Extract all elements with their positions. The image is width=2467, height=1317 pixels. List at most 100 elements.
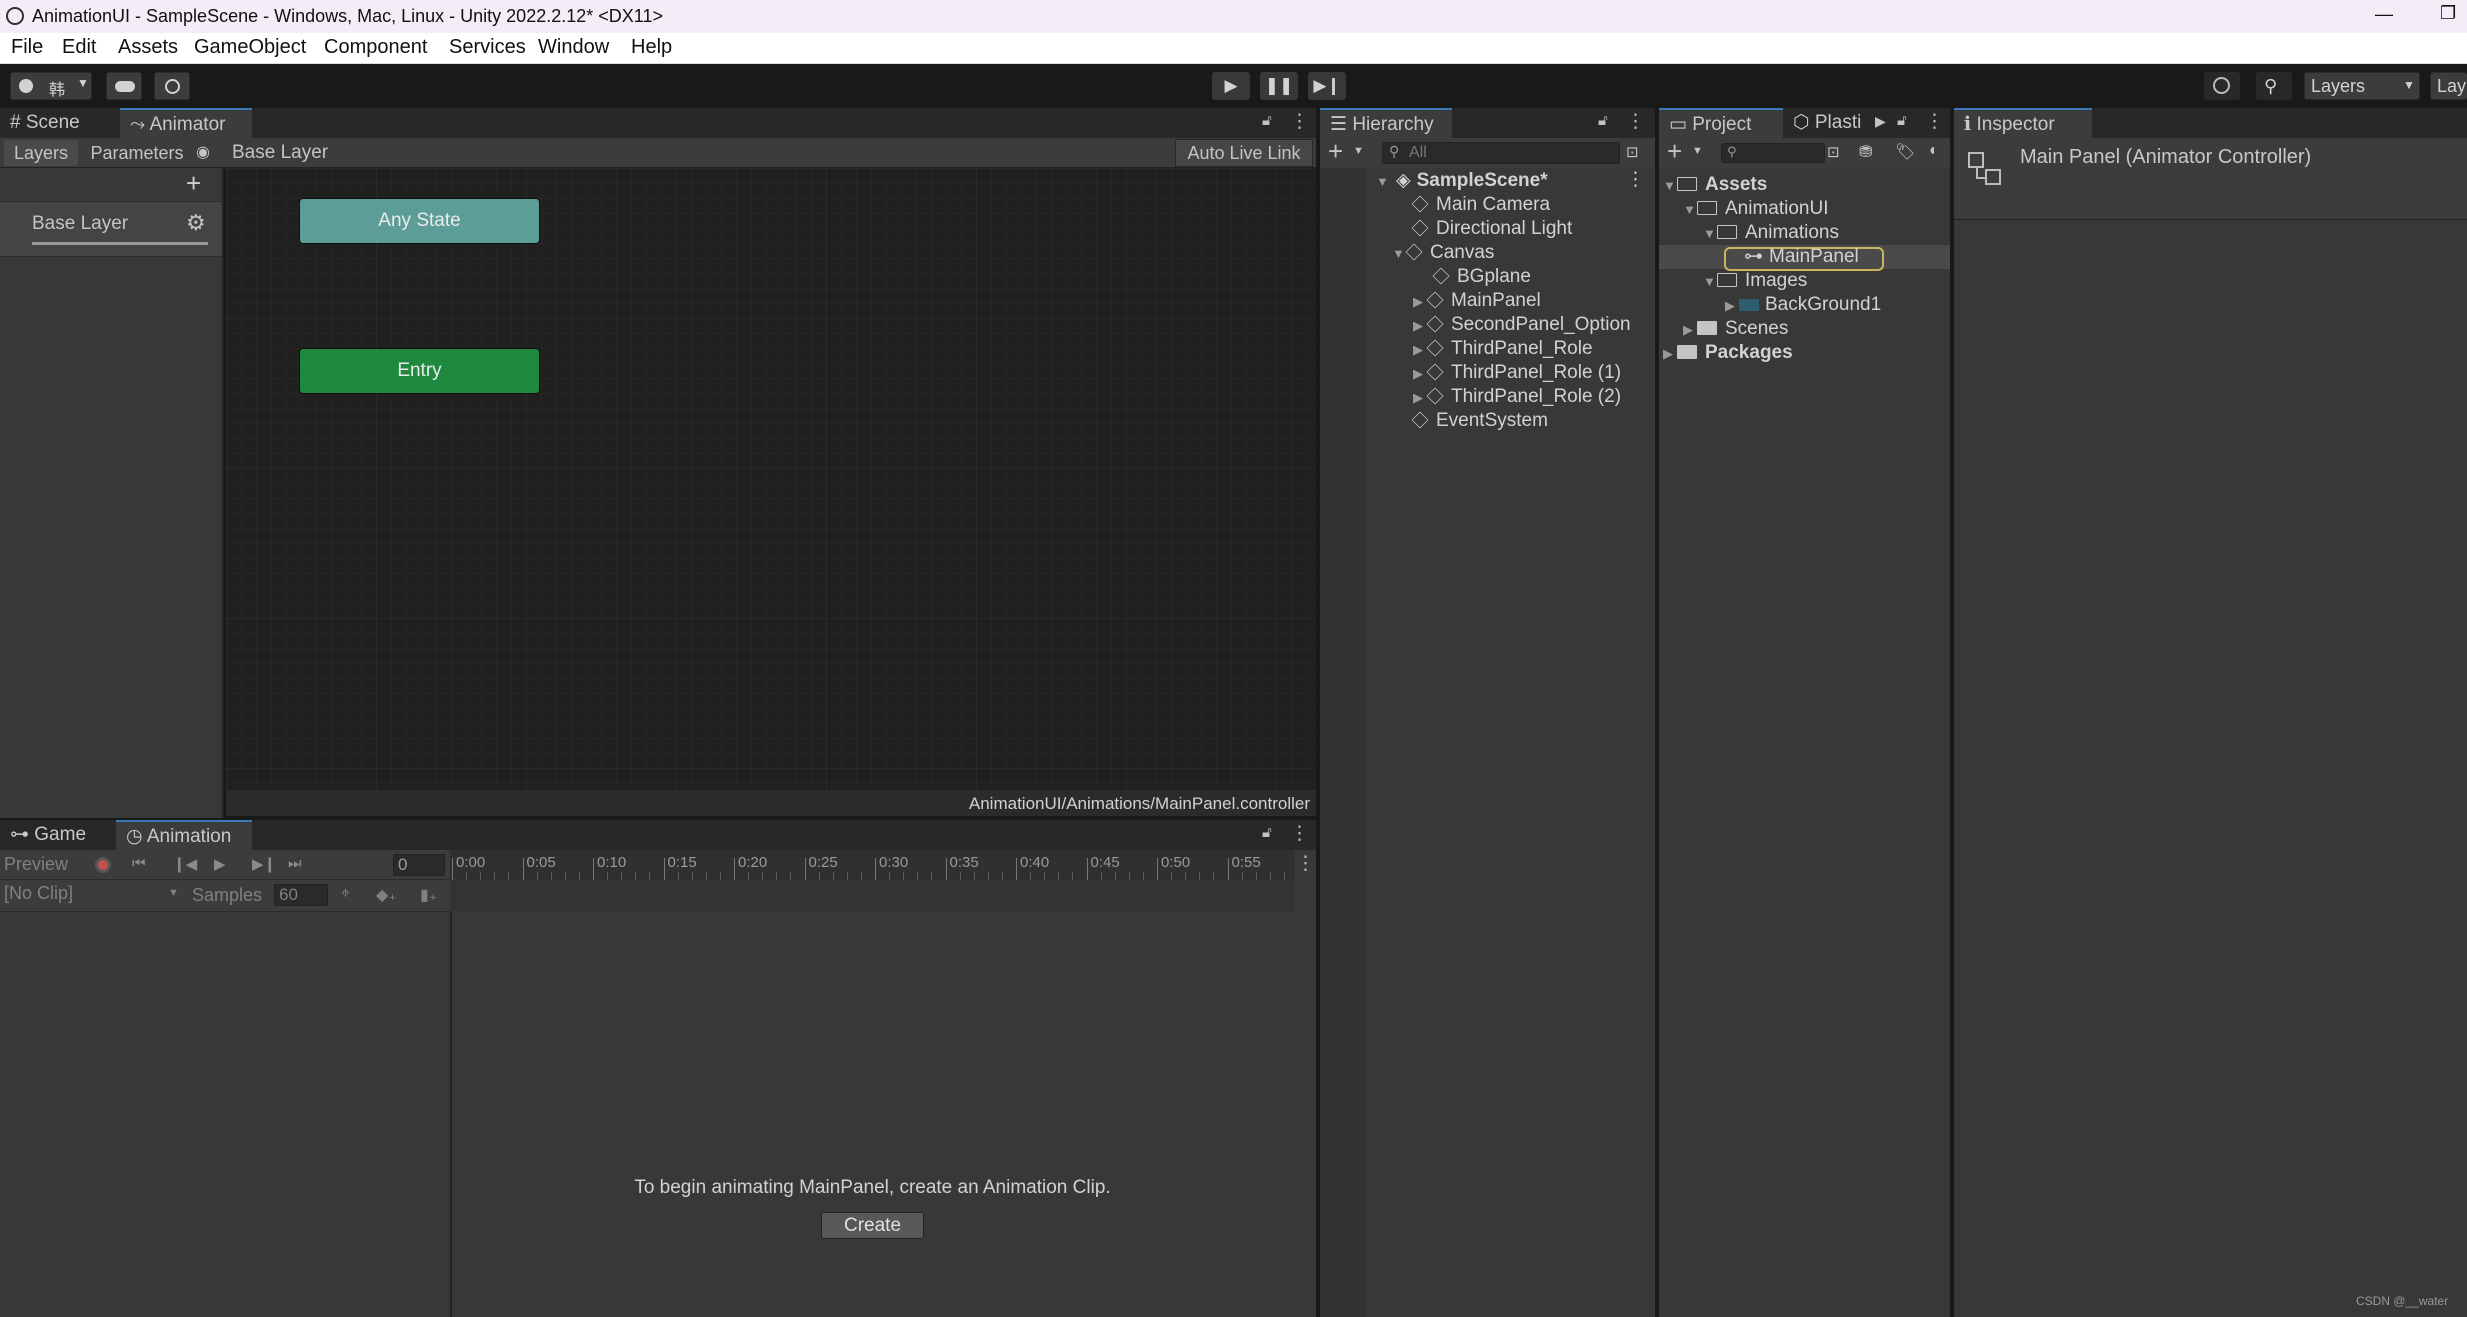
- project-search-input[interactable]: ⚲: [1721, 143, 1825, 163]
- cloud-button[interactable]: [106, 72, 142, 100]
- layers-dropdown[interactable]: Layers ▼: [2304, 72, 2420, 100]
- play-icon[interactable]: ▶: [214, 855, 226, 873]
- search-button[interactable]: ⚲: [2256, 72, 2292, 100]
- minimize-button[interactable]: —: [2375, 4, 2393, 25]
- hidden-packages-icon[interactable]: ◐: [1929, 142, 1939, 160]
- menu-services[interactable]: Services: [449, 36, 526, 59]
- folder-packages[interactable]: ▶ Packages: [1663, 341, 1793, 365]
- collapse-arrow-icon[interactable]: ▶: [1725, 294, 1739, 318]
- tree-item-mainpanel[interactable]: ▶ MainPanel: [1413, 289, 1541, 313]
- history-button[interactable]: [2204, 72, 2240, 100]
- lock-icon[interactable]: 🔓︎: [1897, 112, 1907, 129]
- add-event-icon[interactable]: ▮₊: [420, 885, 437, 905]
- folder-scenes[interactable]: ▶ Scenes: [1683, 317, 1788, 341]
- expand-arrow-icon[interactable]: ▼: [1703, 270, 1717, 294]
- menu-gameobject[interactable]: GameObject: [194, 36, 306, 59]
- record-icon[interactable]: [95, 857, 111, 873]
- tree-item-canvas[interactable]: ▼ Canvas: [1392, 241, 1494, 265]
- tab-hierarchy[interactable]: ☰ Hierarchy: [1320, 108, 1452, 138]
- hierarchy-search-input[interactable]: ⚲ All: [1382, 142, 1620, 164]
- collab-button[interactable]: [154, 72, 190, 100]
- chevron-down-icon[interactable]: ▼: [1353, 145, 1364, 157]
- add-icon[interactable]: +: [1328, 136, 1343, 167]
- tab-animator[interactable]: ⤳ Animator: [120, 108, 252, 138]
- add-icon[interactable]: +: [1667, 136, 1682, 167]
- collapse-arrow-icon[interactable]: ▶: [1663, 342, 1677, 366]
- menu-window[interactable]: Window: [538, 36, 609, 59]
- tab-scroll-icon[interactable]: ▶: [1875, 113, 1886, 130]
- lock-icon[interactable]: 🔓︎: [1262, 824, 1272, 841]
- step-button[interactable]: ▶❙: [1308, 72, 1346, 100]
- tab-project[interactable]: ▭ Project: [1659, 108, 1783, 138]
- expand-arrow-icon[interactable]: ▼: [1683, 198, 1697, 222]
- folder-animationui[interactable]: ▼ AnimationUI: [1683, 197, 1829, 221]
- collapse-arrow-icon[interactable]: ▶: [1413, 314, 1427, 338]
- more-menu-icon[interactable]: ⋮: [1290, 822, 1309, 845]
- tab-scene[interactable]: # Scene: [0, 108, 118, 138]
- folder-assets[interactable]: ▼ Assets: [1663, 173, 1767, 197]
- search-options-icon[interactable]: ⊡: [1626, 143, 1639, 161]
- tree-item-eventsystem[interactable]: EventSystem: [1411, 409, 1548, 433]
- samples-field[interactable]: 60: [274, 884, 328, 906]
- add-layer-icon[interactable]: +: [186, 168, 201, 199]
- lock-icon[interactable]: 🔓︎: [1598, 112, 1608, 129]
- collapse-arrow-icon[interactable]: ▶: [1413, 338, 1427, 362]
- any-state-node[interactable]: Any State: [299, 198, 540, 244]
- expand-arrow-icon[interactable]: ▼: [1376, 170, 1390, 194]
- tree-item-secondpanel[interactable]: ▶ SecondPanel_Option: [1413, 313, 1631, 337]
- tree-item-thirdpanel-2[interactable]: ▶ ThirdPanel_Role (2): [1413, 385, 1621, 409]
- restore-button[interactable]: ❐: [2440, 3, 2456, 24]
- timeline-more-icon[interactable]: ⋮: [1296, 852, 1315, 875]
- tab-game[interactable]: ⊶ Game: [0, 820, 116, 850]
- animator-graph[interactable]: Any State Entry: [226, 168, 1316, 790]
- more-menu-icon[interactable]: ⋮: [1290, 110, 1309, 133]
- collapse-arrow-icon[interactable]: ▶: [1413, 362, 1427, 386]
- expand-arrow-icon[interactable]: ▼: [1703, 222, 1717, 246]
- gear-icon[interactable]: ⚙: [186, 210, 206, 236]
- pause-button[interactable]: ❚❚: [1260, 72, 1298, 100]
- search-by-type-icon[interactable]: ⊡: [1827, 143, 1840, 161]
- chevron-down-icon[interactable]: ▼: [1692, 145, 1703, 157]
- breadcrumb[interactable]: Base Layer: [232, 142, 328, 164]
- next-key-icon[interactable]: ▶❙: [252, 855, 276, 873]
- tree-item-thirdpanel-1[interactable]: ▶ ThirdPanel_Role (1): [1413, 361, 1621, 385]
- lock-icon[interactable]: 🔓︎: [1262, 112, 1272, 129]
- last-key-icon[interactable]: ⏭︎: [288, 855, 302, 872]
- auto-live-link-button[interactable]: Auto Live Link: [1175, 139, 1313, 167]
- layer-item-base[interactable]: Base Layer ⚙: [0, 201, 222, 257]
- collapse-arrow-icon[interactable]: ▶: [1413, 290, 1427, 314]
- folder-images[interactable]: ▼ Images: [1703, 269, 1807, 293]
- menu-file[interactable]: File: [11, 36, 43, 59]
- menu-edit[interactable]: Edit: [62, 36, 96, 59]
- tab-plastic[interactable]: ⬡ Plasti: [1783, 108, 1875, 138]
- tree-item-bgplane[interactable]: BGplane: [1432, 265, 1531, 289]
- asset-mainpanel-controller[interactable]: ⊶ MainPanel: [1744, 245, 1859, 269]
- tree-item-directional-light[interactable]: Directional Light: [1411, 217, 1572, 241]
- tab-inspector[interactable]: ℹ Inspector: [1954, 108, 2092, 138]
- menu-component[interactable]: Component: [324, 36, 427, 59]
- add-keyframe-icon[interactable]: ◆₊: [376, 885, 397, 905]
- tab-animation[interactable]: ◷ Animation: [116, 820, 252, 850]
- clip-dropdown[interactable]: [No Clip] ▼: [0, 883, 186, 909]
- entry-node[interactable]: Entry: [299, 348, 540, 394]
- first-key-icon[interactable]: ⏮︎: [132, 855, 146, 872]
- scene-row[interactable]: ▼ ◈ SampleScene*: [1376, 169, 1548, 193]
- more-menu-icon[interactable]: ⋮: [1626, 110, 1645, 133]
- expand-arrow-icon[interactable]: ▼: [1663, 174, 1677, 198]
- more-menu-icon[interactable]: ⋮: [1925, 110, 1944, 133]
- scene-more-icon[interactable]: ⋮: [1626, 168, 1645, 191]
- prev-key-icon[interactable]: ❙◀: [173, 855, 197, 873]
- timeline-ruler[interactable]: 0:00 0:05 0:10 0:15 0:20 0:25 0:30 0:35 0:40 0:45…: [450, 850, 1295, 880]
- layout-dropdown[interactable]: Lay: [2430, 72, 2467, 100]
- folder-animations[interactable]: ▼ Animations: [1703, 221, 1839, 245]
- asset-background1[interactable]: ▶ BackGround1: [1725, 293, 1881, 317]
- parameters-tab[interactable]: Parameters: [82, 140, 192, 166]
- menu-assets[interactable]: Assets: [118, 36, 178, 59]
- label-icon[interactable]: 🏷︎: [1895, 142, 1915, 162]
- tree-item-thirdpanel[interactable]: ▶ ThirdPanel_Role: [1413, 337, 1593, 361]
- preview-toggle[interactable]: Preview: [4, 854, 68, 875]
- eye-icon[interactable]: ◉: [196, 142, 210, 162]
- create-button[interactable]: Create: [821, 1212, 924, 1239]
- play-button[interactable]: ▶: [1212, 72, 1250, 100]
- frame-field[interactable]: 0: [393, 854, 445, 876]
